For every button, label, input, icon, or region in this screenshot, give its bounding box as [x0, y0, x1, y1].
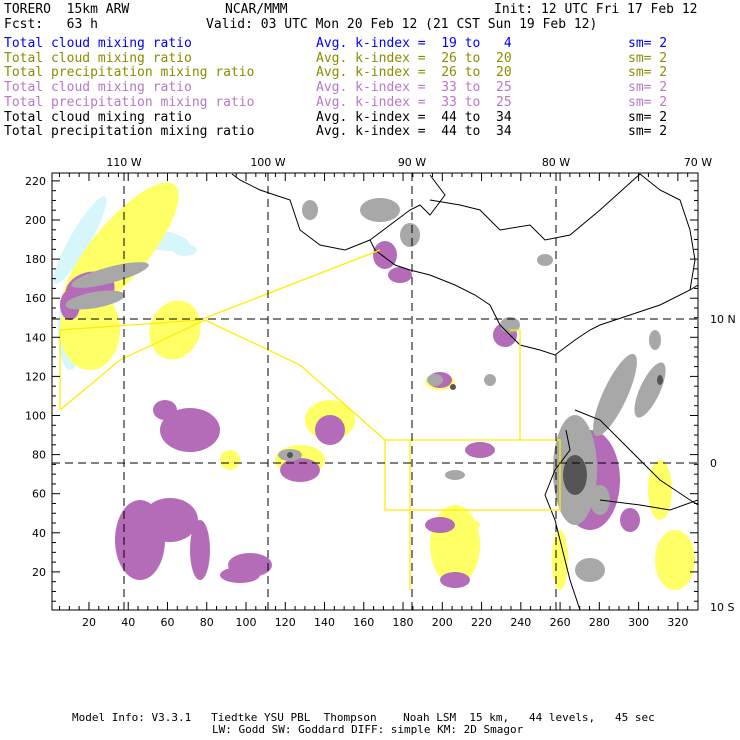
- map-plot: 20 40 60 80 100 120 140 160 180 200 220 240 260 280 30…: [25, 156, 736, 629]
- purple-region: [220, 567, 260, 583]
- gray-region: [360, 198, 400, 222]
- y-tick-label: 20: [32, 566, 46, 579]
- dark-gray-region: [563, 455, 587, 495]
- latitude-label: 10 S: [710, 601, 734, 614]
- purple-region: [190, 520, 210, 580]
- y-tick-label: 200: [25, 214, 46, 227]
- yellow-region: [220, 450, 240, 470]
- x-tick-label: 160: [353, 616, 374, 629]
- dark-gray-region: [287, 452, 293, 458]
- longitude-label: 80 W: [542, 156, 570, 169]
- x-tick-label: 260: [550, 616, 571, 629]
- yellow-region: [655, 530, 695, 590]
- y-tick-label: 140: [25, 331, 46, 344]
- x-tick-label: 320: [667, 616, 688, 629]
- coastline: [231, 173, 371, 251]
- purple-region: [440, 572, 470, 588]
- longitude-label: 110 W: [106, 156, 141, 169]
- coastline: [369, 174, 698, 356]
- model-info-line2: LW: Godd SW: Goddard DIFF: simple KM: 2D…: [212, 723, 524, 736]
- coastline: [639, 173, 696, 291]
- purple-region: [620, 508, 640, 532]
- purple-region: [280, 458, 320, 482]
- x-tick-label: 120: [275, 616, 296, 629]
- coastline: [429, 173, 641, 241]
- longitude-label: 70 W: [684, 156, 712, 169]
- latitude-label: 10 N: [710, 313, 736, 326]
- gray-region: [427, 374, 443, 386]
- dark-gray-region: [657, 375, 663, 385]
- field-layer: [53, 173, 698, 610]
- gray-region: [400, 223, 420, 247]
- longitude-label: 100 W: [250, 156, 285, 169]
- x-tick-label: 240: [510, 616, 531, 629]
- x-tick-label: 200: [432, 616, 453, 629]
- purple-region: [153, 400, 177, 420]
- y-tick-label: 80: [32, 449, 46, 462]
- x-tick-label: 180: [393, 616, 414, 629]
- purple-region: [373, 241, 397, 269]
- x-tick-label: 80: [200, 616, 214, 629]
- purple-region: [425, 517, 455, 533]
- x-tick-label: 220: [471, 616, 492, 629]
- gray-region: [575, 558, 605, 582]
- x-tick-label: 280: [589, 616, 610, 629]
- dark-gray-region: [450, 384, 456, 390]
- x-tick-label: 60: [160, 616, 174, 629]
- x-tick-label: 100: [236, 616, 257, 629]
- y-tick-label: 220: [25, 175, 46, 188]
- y-tick-label: 180: [25, 253, 46, 266]
- gray-region: [484, 374, 496, 386]
- gray-region: [302, 200, 318, 220]
- yellow-region: [149, 300, 201, 360]
- x-tick-label: 20: [82, 616, 96, 629]
- y-tick-label: 60: [32, 488, 46, 501]
- purple-region: [315, 415, 345, 445]
- gray-region: [593, 353, 637, 437]
- y-tick-label: 160: [25, 292, 46, 305]
- y-tick-label: 40: [32, 527, 46, 540]
- purple-region: [142, 498, 198, 542]
- gray-region: [445, 470, 465, 480]
- y-tick-label: 120: [25, 370, 46, 383]
- light-blue-cloud: [173, 244, 197, 256]
- gray-region: [649, 330, 661, 350]
- gray-region: [537, 254, 553, 266]
- y-tick-label: 100: [25, 410, 46, 423]
- latitude-label: 0: [710, 457, 717, 470]
- x-tick-label: 40: [121, 616, 135, 629]
- longitude-label: 90 W: [398, 156, 426, 169]
- purple-region: [465, 442, 495, 458]
- x-tick-label: 300: [628, 616, 649, 629]
- x-tick-label: 140: [314, 616, 335, 629]
- yellow-region: [648, 460, 672, 520]
